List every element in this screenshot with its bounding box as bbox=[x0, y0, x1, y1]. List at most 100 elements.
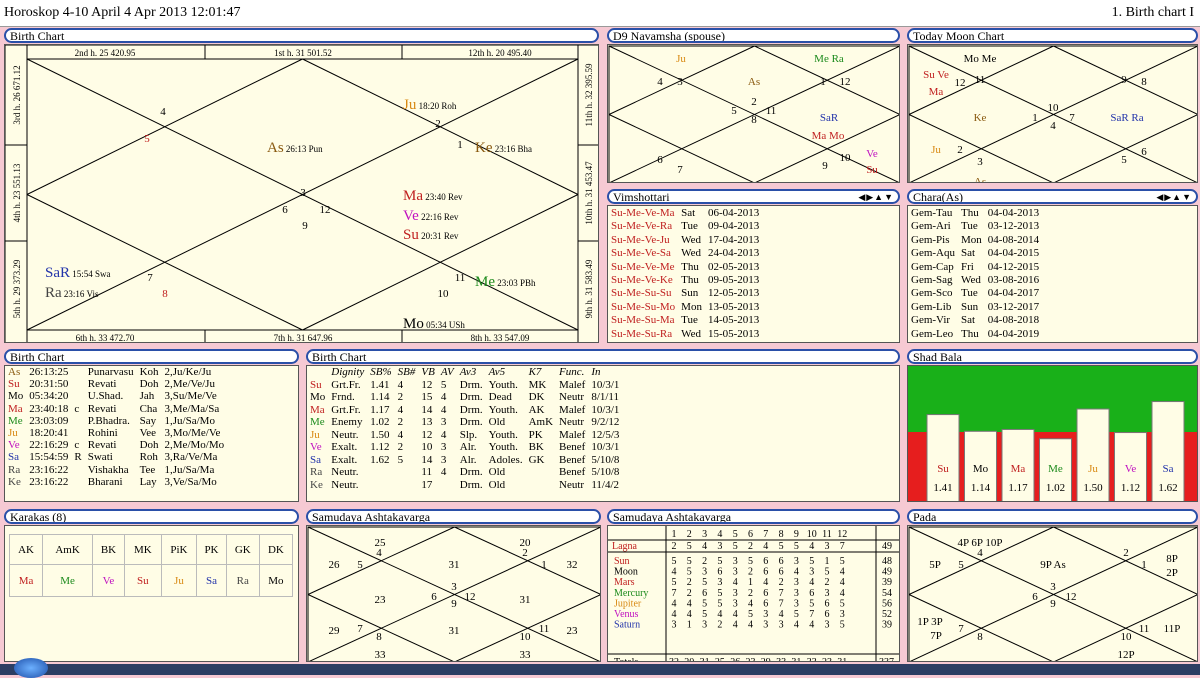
list-cell: Su-Me-Ve-Ju bbox=[611, 233, 670, 246]
scroll-arrows-icon[interactable]: ◀▶▲▼ bbox=[858, 191, 894, 202]
table-cell: 3,Mo/Me/Ve bbox=[164, 427, 221, 440]
chart-label: 2 bbox=[1123, 547, 1129, 559]
table-cell: 05:34:20 bbox=[29, 390, 69, 403]
table-cell bbox=[71, 427, 84, 439]
chart-label: 12 bbox=[1066, 591, 1077, 603]
panel-header: D9 Navamsha (spouse) bbox=[607, 28, 900, 43]
list-row[interactable]: Su-Me-Ve-Ju Wed 17-04-2013 bbox=[608, 234, 762, 247]
list-row[interactable]: Gem-Sco Tue 04-04-2017 bbox=[908, 287, 1042, 300]
start-button-icon[interactable] bbox=[14, 658, 48, 678]
karakas-panel: Karakas (8) AK AmK BK MK PiK PK GK DK Ma Me Ve Su Ju… bbox=[4, 509, 299, 662]
chart-label: 2 bbox=[751, 96, 757, 108]
list-cell: 04-08-2014 bbox=[987, 233, 1040, 246]
table-cell: Neutr. bbox=[331, 428, 359, 441]
scroll-arrows-icon[interactable]: ◀▶▲▼ bbox=[1156, 191, 1192, 202]
list-row[interactable]: Su-Me-Ve-Ma Sat 06-04-2013 bbox=[608, 207, 762, 220]
cell: 33 bbox=[807, 657, 817, 662]
list-row[interactable]: Su-Me-Ve-Sa Wed 24-04-2013 bbox=[608, 247, 762, 260]
chart-label: 8 bbox=[376, 631, 382, 643]
chart-label: Ju bbox=[676, 53, 686, 65]
chart-selector-title[interactable]: 1. Birth chart I bbox=[1112, 5, 1194, 21]
table-cell bbox=[71, 366, 84, 378]
bar-label: Mo bbox=[973, 463, 989, 475]
list-row[interactable]: Gem-Pis Mon 04-08-2014 bbox=[908, 234, 1042, 247]
table-row: Su Grt.Fr. 1.41 4 12 5 Drm. Youth. MK Malef 10/3/1 bbox=[307, 379, 622, 392]
table-cell: Neutr bbox=[559, 391, 585, 403]
list-row[interactable]: Su-Me-Su-Ra Wed 15-05-2013 bbox=[608, 328, 762, 341]
house-number: 2 bbox=[435, 118, 441, 130]
cell: 4 bbox=[672, 567, 677, 578]
cell: 31 bbox=[837, 657, 847, 662]
chart-label: 11 bbox=[1139, 623, 1150, 635]
column-header: 6 bbox=[748, 529, 753, 540]
chart-label: 31 bbox=[520, 594, 531, 606]
chart-label: Ke bbox=[974, 112, 987, 124]
list-cell: 09-05-2013 bbox=[707, 274, 760, 287]
list-row[interactable]: Su-Me-Su-Mo Mon 13-05-2013 bbox=[608, 301, 762, 314]
table-cell: Drm. bbox=[459, 403, 483, 416]
list-cell: Su-Me-Su-Su bbox=[611, 287, 672, 300]
row-label: Moon bbox=[614, 567, 638, 578]
cell: 5 bbox=[702, 609, 707, 620]
table-row: Ra Neutr. 11 4 Drm. Old Benef 5/10/8 bbox=[307, 466, 622, 479]
list-row[interactable]: Gem-Ari Tue 03-12-2013 bbox=[908, 220, 1042, 233]
table-cell: 1.50 bbox=[370, 428, 390, 441]
list-cell: Wed bbox=[681, 327, 702, 340]
table-cell: Ke bbox=[8, 475, 21, 488]
list-row[interactable]: Su-Me-Ve-Me Thu 02-05-2013 bbox=[608, 261, 762, 274]
list-cell: Gem-Aqu bbox=[911, 247, 955, 260]
list-cell: Thu bbox=[961, 327, 979, 340]
table-cell: 10/3/1 bbox=[591, 441, 620, 453]
table-cell: Enemy bbox=[331, 416, 363, 428]
list-row[interactable]: Gem-Aqu Sat 04-04-2015 bbox=[908, 247, 1042, 260]
cell: 3 bbox=[794, 588, 799, 599]
chart-label: 33 bbox=[520, 649, 532, 661]
table-row: Ve Exalt. 1.12 2 10 3 Alr. Youth. BK Benef 10/3/1 bbox=[307, 441, 622, 454]
list-row[interactable]: Su-Me-Su-Su Sun 12-05-2013 bbox=[608, 287, 762, 300]
column-header: 5 bbox=[733, 529, 738, 540]
table-cell: Dead bbox=[488, 391, 512, 403]
list-cell: 02-05-2013 bbox=[707, 260, 760, 273]
table-cell: 1.41 bbox=[370, 378, 390, 391]
cell: 5 bbox=[717, 588, 722, 599]
chart-label: 33 bbox=[375, 649, 387, 661]
table-cell bbox=[71, 415, 84, 427]
table-cell: Ju bbox=[310, 428, 320, 441]
table-cell: AmK bbox=[528, 416, 554, 428]
list-row[interactable]: Gem-Leo Thu 04-04-2019 bbox=[908, 328, 1042, 341]
list-row[interactable]: Gem-Vir Sat 04-08-2018 bbox=[908, 314, 1042, 327]
row-total: 49 bbox=[882, 541, 892, 552]
list-row[interactable]: Gem-Sag Wed 03-08-2016 bbox=[908, 274, 1042, 287]
table-cell: 10 bbox=[421, 441, 433, 453]
cell: 4 bbox=[840, 567, 845, 578]
table-cell: Drm. bbox=[459, 378, 483, 391]
table-cell: 1.12 bbox=[370, 441, 390, 453]
table-cell: Ra bbox=[8, 463, 21, 476]
cell: 1 bbox=[825, 556, 830, 567]
list-row[interactable]: Gem-Lib Sun 03-12-2017 bbox=[908, 301, 1042, 314]
list-cell: Gem-Tau bbox=[911, 207, 953, 219]
table-cell: 8/1/11 bbox=[591, 391, 620, 403]
table-cell: Neutr bbox=[559, 478, 585, 491]
chart-label: 11P bbox=[1164, 623, 1181, 635]
cell: 6 bbox=[763, 556, 768, 567]
list-row[interactable]: Su-Me-Su-Ma Tue 14-05-2013 bbox=[608, 314, 762, 327]
list-cell: Su-Me-Ve-Ra bbox=[611, 220, 673, 233]
cell: 4 bbox=[672, 598, 677, 609]
house-label: 9th h. 31 583.49 bbox=[584, 259, 594, 318]
list-row[interactable]: Gem-Cap Fri 04-12-2015 bbox=[908, 261, 1042, 274]
table-cell: 12 bbox=[421, 428, 433, 441]
cell: 4 bbox=[748, 620, 753, 631]
table-cell: c bbox=[74, 402, 80, 415]
table-cell: 23:16:22 bbox=[29, 463, 69, 476]
list-row[interactable]: Su-Me-Ve-Ra Tue 09-04-2013 bbox=[608, 220, 762, 233]
karaka-value: Ma bbox=[8, 564, 44, 597]
list-cell: Gem-Sag bbox=[911, 274, 953, 287]
column-header: 2 bbox=[687, 529, 692, 540]
list-row[interactable]: Gem-Tau Thu 04-04-2013 bbox=[908, 207, 1042, 220]
chart-label: Ju bbox=[931, 144, 941, 156]
list-row[interactable]: Su-Me-Ve-Ke Thu 09-05-2013 bbox=[608, 274, 762, 287]
list-cell: 09-04-2013 bbox=[707, 220, 760, 233]
table-cell: Ra bbox=[310, 466, 323, 478]
list-cell: 04-04-2013 bbox=[987, 207, 1040, 219]
